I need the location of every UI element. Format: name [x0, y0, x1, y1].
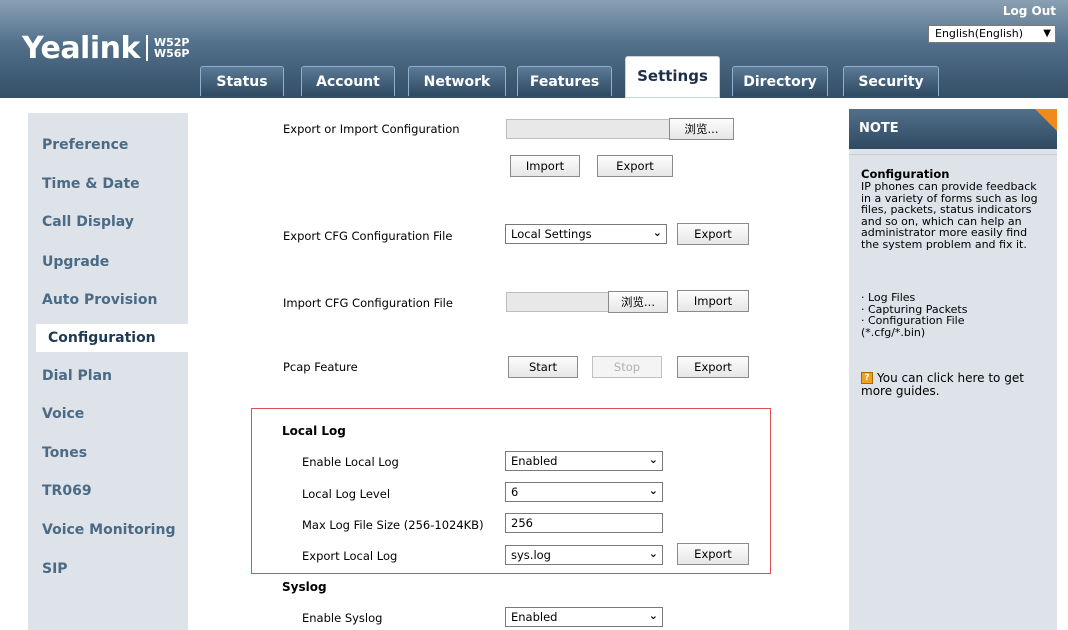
- sidebar-item-tones[interactable]: Tones: [28, 439, 188, 467]
- language-select[interactable]: English(English) ▼: [928, 25, 1056, 43]
- sidebar-item-time-date[interactable]: Time & Date: [28, 170, 188, 198]
- tab-directory[interactable]: Directory: [732, 66, 828, 96]
- note-panel: NOTE Configuration IP phones can provide…: [849, 109, 1057, 630]
- note-heading: Configuration: [861, 167, 950, 181]
- note-header: NOTE: [849, 109, 1057, 149]
- config-file-path[interactable]: [506, 119, 670, 139]
- tab-settings[interactable]: Settings: [625, 56, 720, 98]
- tab-status[interactable]: Status: [200, 66, 284, 96]
- chevron-down-icon: ⌄: [648, 609, 658, 622]
- sidebar-item-upgrade[interactable]: Upgrade: [28, 248, 188, 276]
- logout-link[interactable]: Log Out: [1003, 4, 1056, 18]
- export-local-log-value: sys.log: [511, 548, 551, 562]
- language-value: English(English): [935, 27, 1024, 40]
- import-cfg-label: Import CFG Configuration File: [283, 296, 453, 310]
- guide-book-icon[interactable]: ?: [861, 372, 873, 384]
- export-cfg-select[interactable]: Local Settings ⌄: [505, 224, 667, 244]
- chevron-down-icon: ▼: [1043, 28, 1051, 39]
- model-w56p: W56P: [153, 47, 190, 60]
- enable-local-log-value: Enabled: [511, 454, 558, 468]
- yealink-logo: Yealink W52P W56P: [22, 28, 189, 68]
- export-import-label: Export or Import Configuration: [283, 122, 460, 136]
- export-cfg-button[interactable]: Export: [677, 223, 749, 245]
- chevron-down-icon: ⌄: [648, 484, 658, 497]
- config-export-button[interactable]: Export: [597, 155, 673, 177]
- note-title: NOTE: [859, 121, 899, 136]
- pcap-start-button[interactable]: Start: [508, 356, 578, 378]
- sidebar-item-voice[interactable]: Voice: [28, 400, 188, 428]
- sidebar-item-dial-plan[interactable]: Dial Plan: [28, 362, 188, 390]
- pcap-stop-button[interactable]: Stop: [592, 356, 662, 378]
- export-cfg-label: Export CFG Configuration File: [283, 229, 453, 243]
- max-log-size-input[interactable]: 256: [505, 513, 663, 533]
- config-browse-button[interactable]: 浏览...: [669, 118, 734, 140]
- chevron-down-icon: ⌄: [652, 226, 662, 239]
- export-local-log-select[interactable]: sys.log ⌄: [505, 545, 663, 565]
- sidebar-item-tr069[interactable]: TR069: [28, 477, 188, 505]
- note-bullet: · Log Files: [861, 291, 916, 304]
- note-line: files, packets, status indicators: [861, 203, 1032, 216]
- max-log-size-label: Max Log File Size (256-1024KB): [302, 518, 484, 532]
- sidebar: Preference Time & Date Call Display Upgr…: [28, 113, 188, 630]
- chevron-down-icon: ⌄: [648, 453, 658, 466]
- tab-account[interactable]: Account: [301, 66, 395, 96]
- import-cfg-file-path[interactable]: [506, 292, 609, 312]
- enable-local-log-label: Enable Local Log: [302, 455, 399, 469]
- local-log-level-label: Local Log Level: [302, 487, 391, 501]
- note-bullet: (*.cfg/*.bin): [861, 325, 926, 339]
- sidebar-item-sip[interactable]: SIP: [28, 555, 188, 583]
- brand-name: Yealink: [22, 30, 140, 66]
- guide-link[interactable]: You can click here to get: [877, 372, 1024, 385]
- model-names: W52P W56P: [154, 37, 190, 59]
- local-log-level-select[interactable]: 6 ⌄: [505, 482, 663, 502]
- sidebar-item-call-display[interactable]: Call Display: [28, 208, 188, 236]
- chevron-down-icon: ⌄: [648, 547, 658, 560]
- export-local-log-label: Export Local Log: [302, 549, 398, 563]
- pcap-label: Pcap Feature: [283, 360, 358, 374]
- note-line: the system problem and fix it.: [861, 237, 1027, 251]
- corner-fold-icon: [1035, 109, 1057, 131]
- enable-syslog-label: Enable Syslog: [302, 611, 383, 625]
- tab-features[interactable]: Features: [517, 66, 612, 96]
- tab-security[interactable]: Security: [843, 66, 939, 96]
- pcap-export-button[interactable]: Export: [677, 356, 749, 378]
- export-local-log-button[interactable]: Export: [677, 543, 749, 565]
- note-line: administrator more easily find: [861, 226, 1028, 239]
- note-bullet: · Configuration File: [861, 314, 965, 327]
- header-bar: Yealink W52P W56P Log Out English(Englis…: [0, 0, 1068, 98]
- logo-separator: [145, 35, 148, 61]
- enable-syslog-value: Enabled: [511, 610, 558, 624]
- sidebar-item-voice-monitoring[interactable]: Voice Monitoring: [28, 516, 188, 544]
- guide-link-continued[interactable]: more guides.: [861, 385, 940, 398]
- config-import-button[interactable]: Import: [510, 155, 580, 177]
- import-cfg-button[interactable]: Import: [677, 290, 749, 312]
- enable-syslog-select[interactable]: Enabled ⌄: [505, 607, 663, 627]
- sidebar-item-preference[interactable]: Preference: [28, 131, 188, 159]
- export-cfg-value: Local Settings: [511, 227, 592, 241]
- syslog-title: Syslog: [282, 580, 327, 594]
- local-log-title: Local Log: [282, 424, 346, 438]
- import-cfg-browse-button[interactable]: 浏览...: [608, 291, 668, 313]
- tab-network[interactable]: Network: [408, 66, 506, 96]
- local-log-level-value: 6: [511, 485, 519, 499]
- sidebar-item-configuration[interactable]: Configuration: [36, 324, 188, 352]
- note-line: IP phones can provide feedback: [861, 180, 1037, 193]
- enable-local-log-select[interactable]: Enabled ⌄: [505, 451, 663, 471]
- sidebar-item-auto-provision[interactable]: Auto Provision: [28, 286, 188, 314]
